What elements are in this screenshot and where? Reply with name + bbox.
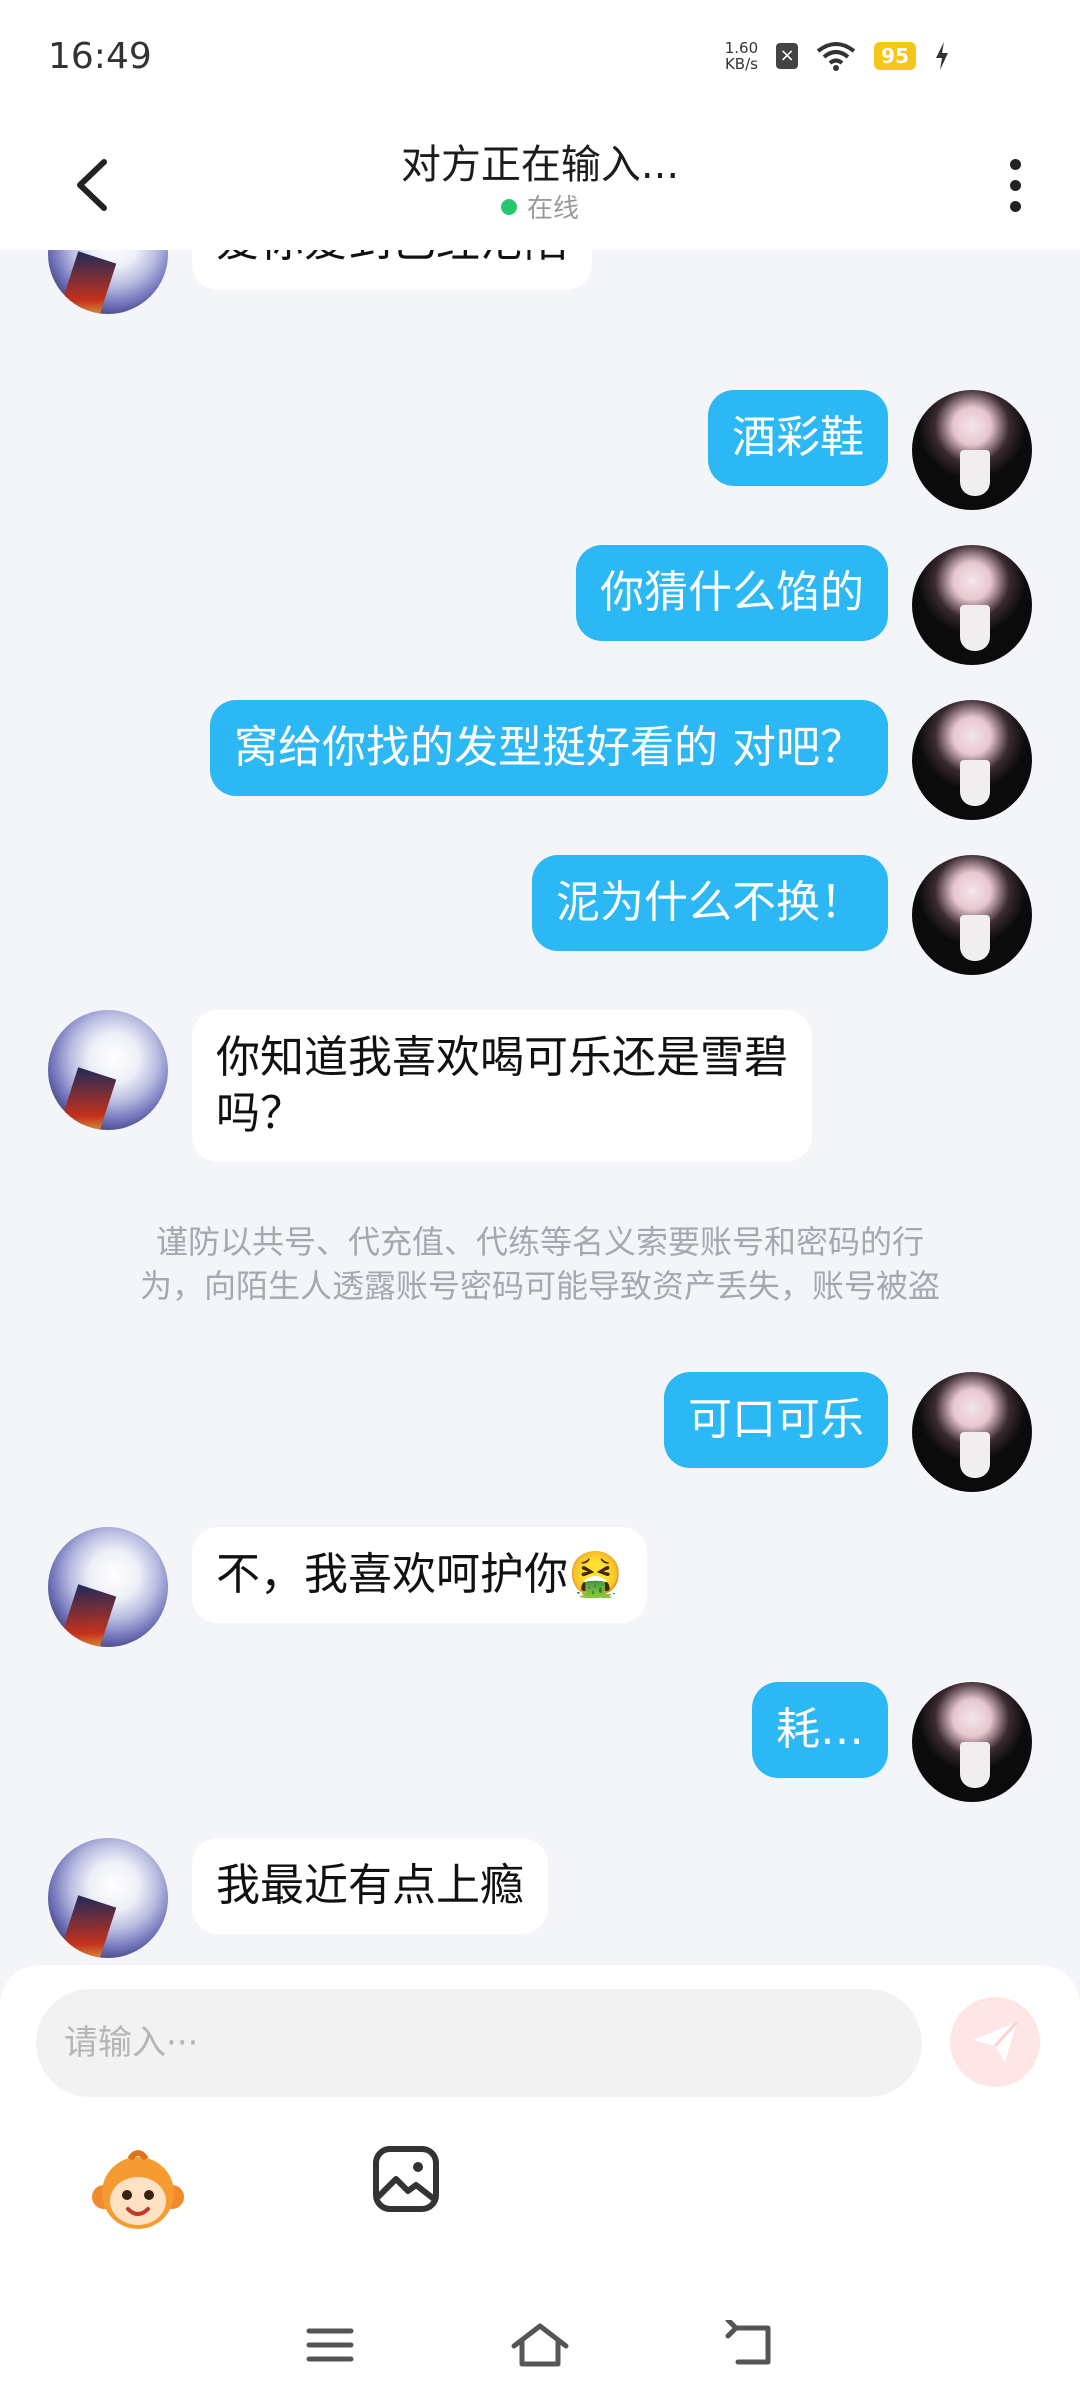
message-line: 你知道我喜欢喝可乐还是雪碧 [216,1032,788,1083]
back-nav-icon [725,2320,771,2365]
notice-line: 谨防以共号、代充值、代练等名义索要账号和密码的行 [155,1223,924,1261]
message-outgoing: 你猜什么馅的 [0,545,1080,665]
status-time: 16:49 [48,36,152,77]
more-vert-icon [1009,158,1021,170]
message-input-box[interactable] [36,1989,922,2097]
no-sim-icon: × [776,43,799,69]
home-icon [511,2323,569,2367]
charging-icon [936,42,948,70]
message-incoming: 你知道我喜欢喝可乐还是雪碧 吗？ [0,1010,1080,1162]
image-picker-button[interactable] [370,2143,442,2215]
image-icon [373,2146,439,2212]
recent-apps-button[interactable] [295,2310,365,2380]
message-outgoing: 窝给你找的发型挺好看的 对吧？ [0,700,1080,820]
message-bubble[interactable]: 你知道我喜欢喝可乐还是雪碧 吗？ [192,1010,812,1162]
monkey-emoji-icon [92,2150,184,2229]
message-line: 吗？ [216,1088,304,1139]
message-incoming: 不，我喜欢呵护你🤮 [0,1527,1080,1647]
message-bubble[interactable]: 耗… [752,1682,888,1778]
status-bar: 16:49 1.60 KB/s × 95 [0,0,1080,120]
message-outgoing: 可口可乐 [0,1372,1080,1492]
send-icon [973,2020,1019,2062]
message-bubble[interactable]: 窝给你找的发型挺好看的 对吧？ [210,700,888,796]
net-speed-value: 1.60 [724,39,759,57]
self-avatar[interactable] [912,390,1032,510]
self-avatar[interactable] [912,1682,1032,1802]
battery-level: 95 [874,42,916,70]
message-bubble[interactable]: 爱你爱到已经沦陷 [192,250,592,290]
message-list[interactable]: 爱你爱到已经沦陷 酒彩鞋 你猜什么馅的 窝给你找的发型挺好看的 对吧？ 泥为什么… [0,250,1080,1965]
online-status-label: 在线 [526,194,579,224]
message-bubble[interactable]: 我最近有点上瘾 [192,1838,548,1934]
message-outgoing: 泥为什么不换！ [0,855,1080,975]
self-avatar[interactable] [912,545,1032,665]
message-bubble[interactable]: 可口可乐 [664,1372,888,1468]
self-avatar[interactable] [912,855,1032,975]
contact-avatar[interactable] [48,1838,168,1958]
send-button[interactable] [950,1997,1040,2087]
notice-line: 为，向陌生人透露账号密码可能导致资产丢失，账号被盗 [139,1267,940,1305]
net-speed-unit: KB/s [724,55,758,73]
message-incoming: 我最近有点上瘾 [0,1838,1080,1958]
emoji-button[interactable] [90,2143,186,2239]
chat-title: 对方正在输入... [400,142,680,188]
back-nav-button[interactable] [715,2310,785,2380]
self-avatar[interactable] [912,700,1032,820]
contact-avatar[interactable] [48,1527,168,1647]
message-bubble[interactable]: 泥为什么不换！ [532,855,888,951]
online-dot-icon [500,199,517,215]
message-bubble[interactable]: 你猜什么馅的 [576,545,888,641]
system-nav-bar [0,2290,1080,2400]
more-options-button[interactable] [990,150,1040,220]
self-avatar[interactable] [912,1372,1032,1492]
message-bubble[interactable]: 酒彩鞋 [708,390,888,486]
online-status: 在线 [0,188,1080,225]
message-input[interactable] [36,1989,922,2097]
home-button[interactable] [505,2310,575,2380]
message-incoming: 爱你爱到已经沦陷 [0,250,1080,314]
security-notice: 谨防以共号、代充值、代练等名义索要账号和密码的行 为，向陌生人透露账号密码可能导… [70,1220,1010,1308]
menu-icon [306,2328,354,2362]
message-outgoing: 耗… [0,1682,1080,1802]
message-bubble[interactable]: 不，我喜欢呵护你🤮 [192,1527,647,1623]
network-speed: 1.60 KB/s [725,40,758,72]
status-icons: 1.60 KB/s × 95 [725,40,950,72]
contact-avatar[interactable] [48,250,168,314]
message-outgoing: 酒彩鞋 [0,390,1080,510]
chat-header: 对方正在输入... 在线 [0,120,1080,250]
contact-avatar[interactable] [48,1010,168,1130]
wifi-icon [816,42,856,71]
